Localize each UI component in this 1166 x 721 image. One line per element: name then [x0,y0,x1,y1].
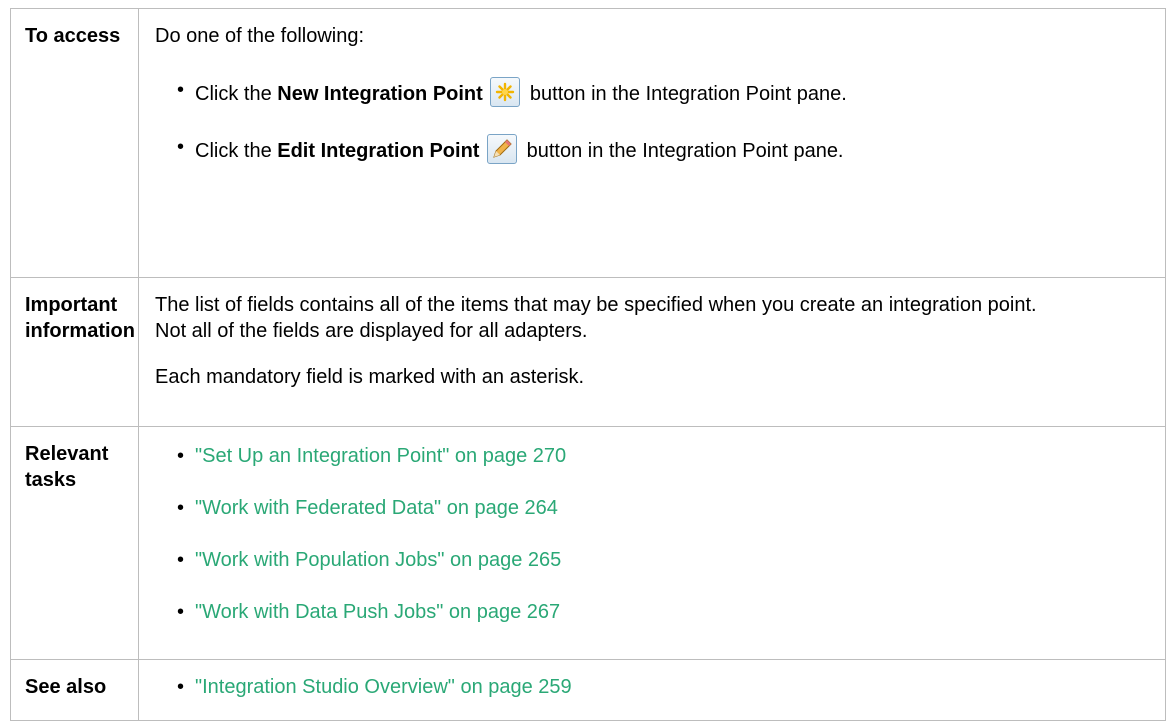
list-item: Click the Edit Integration Point button … [155,134,1165,164]
row-relevant-tasks: Relevant tasks "Set Up an Integration Po… [10,426,1166,660]
item-bold-text: New Integration Point [277,83,483,105]
paragraph: The list of fields contains all of the i… [155,294,1037,342]
item-text: Click the [195,140,278,162]
row-to-access: To access Do one of the following: Click… [10,8,1166,278]
link-work-with-population-jobs[interactable]: "Work with Population Jobs" on page 265 [195,549,561,571]
access-list: Click the New Integration Point button [155,77,1165,164]
tasks-list: "Set Up an Integration Point" on page 27… [155,443,1165,625]
row-content: "Set Up an Integration Point" on page 27… [138,426,1166,660]
new-integration-point-icon [490,77,521,107]
list-item: "Work with Federated Data" on page 264 [155,495,1165,521]
link-integration-studio-overview[interactable]: "Integration Studio Overview" on page 25… [195,676,572,698]
list-item: Click the New Integration Point button [155,77,1165,107]
row-important-information: Important information The list of fields… [10,277,1166,427]
link-set-up-integration-point[interactable]: "Set Up an Integration Point" on page 27… [195,445,566,467]
row-label: Important information [10,277,139,427]
row-label: See also [10,659,139,721]
row-content: The list of fields contains all of the i… [138,277,1166,427]
edit-pencil-icon [487,134,518,164]
item-text: button in the Integration Point pane. [524,83,847,105]
row-label: Relevant tasks [10,426,139,660]
item-text: button in the Integration Point pane. [521,140,844,162]
intro-text: Do one of the following: [155,25,365,47]
list-item: "Work with Data Push Jobs" on page 267 [155,599,1165,625]
paragraph: Each mandatory field is marked with an a… [155,366,585,388]
list-item: "Integration Studio Overview" on page 25… [155,674,1165,700]
see-also-list: "Integration Studio Overview" on page 25… [155,674,1165,700]
row-content: Do one of the following: Click the New I… [138,8,1166,278]
item-bold-text: Edit Integration Point [277,140,480,162]
row-see-also: See also "Integration Studio Overview" o… [10,659,1166,721]
info-table: To access Do one of the following: Click… [10,8,1166,721]
list-item: "Set Up an Integration Point" on page 27… [155,443,1165,469]
list-item: "Work with Population Jobs" on page 265 [155,547,1165,573]
item-text: Click the [195,83,278,105]
link-work-with-federated-data[interactable]: "Work with Federated Data" on page 264 [195,497,558,519]
row-content: "Integration Studio Overview" on page 25… [138,659,1166,721]
row-label: To access [10,8,139,278]
